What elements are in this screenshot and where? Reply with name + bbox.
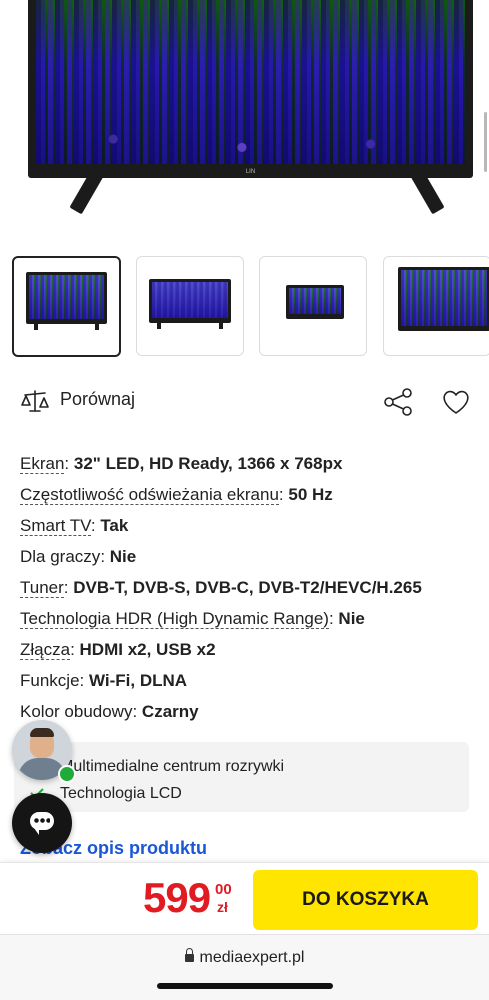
spec-row: Kolor obudowy: Czarny	[20, 702, 199, 721]
spec-value: Nie	[338, 609, 365, 628]
spec-row: Tuner: DVB-T, DVB-S, DVB-C, DVB-T2/HEVC/…	[20, 578, 422, 598]
thumbnail-1[interactable]	[12, 256, 121, 357]
spec-value: 50 Hz	[288, 485, 333, 504]
lock-icon	[184, 948, 194, 962]
price-cents: 00	[215, 881, 232, 898]
spec-value: HDMI x2, USB x2	[79, 640, 216, 659]
scrollbar[interactable]	[484, 112, 487, 172]
typing-dots-icon	[34, 818, 50, 823]
tv-screen	[36, 0, 465, 164]
spec-key: Dla graczy	[20, 547, 101, 566]
thumbnail-image	[286, 285, 344, 319]
spec-value: Tak	[100, 516, 129, 535]
thumbnail-2[interactable]	[136, 256, 244, 356]
thumbnail-strip[interactable]	[12, 256, 489, 358]
thumbnail-image	[398, 267, 489, 331]
spec-row: Smart TV: Tak	[20, 516, 129, 536]
thumbnail-stand	[157, 323, 223, 329]
price-main: 599	[143, 874, 211, 921]
add-to-cart-button[interactable]: DO KOSZYKA	[253, 870, 478, 930]
price: 599 00 zł	[143, 874, 232, 921]
chat-button[interactable]	[12, 793, 72, 853]
price-currency: zł	[217, 899, 228, 915]
online-status-dot	[58, 765, 76, 783]
spec-row: Funkcje: Wi-Fi, DLNA	[20, 671, 188, 690]
address-field[interactable]: mediaexpert.pl	[0, 948, 489, 967]
feature-item: Technologia LCD	[60, 785, 182, 802]
spec-key[interactable]: Ekran	[20, 454, 65, 474]
spec-key[interactable]: Technologia HDR (High Dynamic Range)	[20, 609, 329, 629]
spec-value: Czarny	[141, 702, 199, 721]
spec-value: Wi-Fi, DLNA	[88, 671, 188, 690]
avatar-hair	[30, 728, 54, 737]
compare-button[interactable]: Porównaj	[60, 389, 135, 410]
thumbnail-stand	[34, 324, 99, 330]
spec-value: DVB-T, DVB-S, DVB-C, DVB-T2/HEVC/H.265	[73, 578, 422, 597]
url-text: mediaexpert.pl	[199, 949, 305, 966]
browser-address-bar: mediaexpert.pl	[0, 934, 489, 1000]
spec-row: Technologia HDR (High Dynamic Range): Ni…	[20, 609, 365, 629]
spec-list: Ekran: 32" LED, HD Ready, 1366 x 768px C…	[20, 452, 480, 731]
thumbnail-image	[149, 279, 231, 323]
spec-key[interactable]: Częstotliwość odświeżania ekranu	[20, 485, 279, 505]
spec-row: Złącza: HDMI x2, USB x2	[20, 640, 216, 660]
sticky-cart-bar: 599 00 zł DO KOSZYKA	[0, 862, 489, 935]
spec-value: Nie	[109, 547, 137, 566]
thumbnail-4[interactable]	[383, 256, 489, 356]
spec-key[interactable]: Smart TV	[20, 516, 91, 536]
thumbnail-3[interactable]	[259, 256, 367, 356]
feature-box: Multimedialne centrum rozrywki Technolog…	[14, 742, 469, 812]
tv-illustration: LIN	[28, 0, 473, 178]
product-image[interactable]: LIN	[0, 0, 489, 240]
scale-icon[interactable]	[20, 388, 50, 414]
spec-row: Ekran: 32" LED, HD Ready, 1366 x 768px	[20, 454, 343, 474]
heart-icon[interactable]	[440, 386, 472, 418]
home-indicator[interactable]	[157, 983, 333, 989]
spec-row: Częstotliwość odświeżania ekranu: 50 Hz	[20, 485, 333, 505]
spec-value: 32" LED, HD Ready, 1366 x 768px	[73, 454, 343, 473]
product-actions: Porównaj	[0, 378, 489, 424]
spec-key[interactable]: Złącza	[20, 640, 71, 660]
brand-logo: LIN	[245, 169, 256, 175]
spec-key: Funkcje	[20, 671, 80, 690]
spec-row: Dla graczy: Nie	[20, 547, 137, 566]
thumbnail-image	[26, 272, 107, 324]
feature-item: Multimedialne centrum rozrywki	[60, 758, 285, 775]
spec-key[interactable]: Tuner	[20, 578, 64, 598]
spec-key: Kolor obudowy	[20, 702, 133, 721]
share-icon[interactable]	[382, 386, 414, 418]
